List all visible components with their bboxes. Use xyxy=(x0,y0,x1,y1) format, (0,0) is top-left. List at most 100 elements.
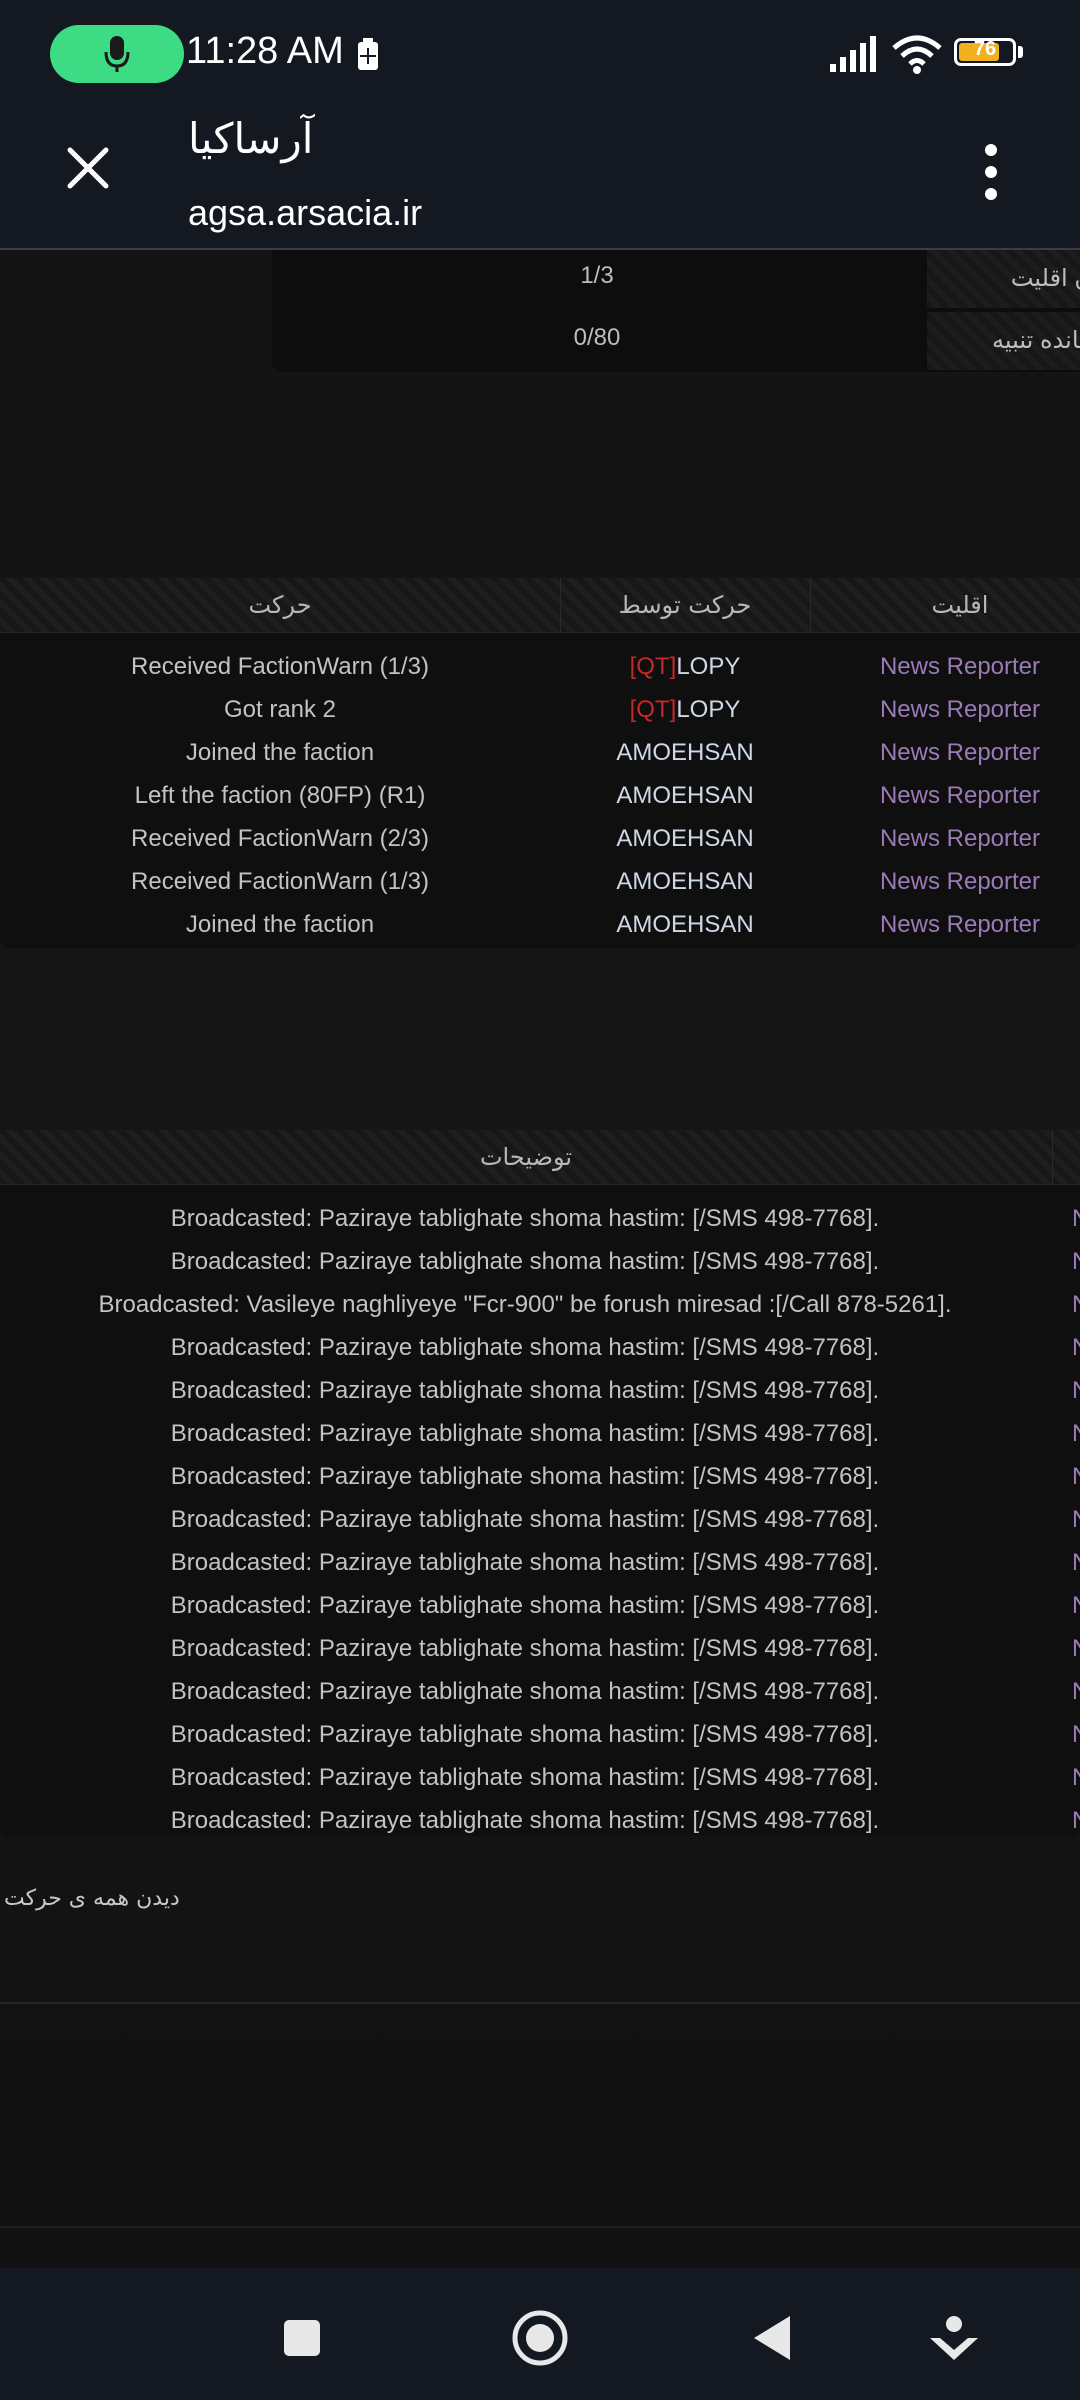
cell-edge-truncated: N xyxy=(1072,1240,1080,1283)
battery-icon: 76 xyxy=(954,38,1016,66)
cell-description: Broadcasted: Paziraye tablighate shoma h… xyxy=(170,1463,880,1490)
table-row: Received FactionWarn (1/3) [QT]LOPY News… xyxy=(0,645,1080,688)
assistant-icon[interactable] xyxy=(924,2308,984,2368)
cell-edge-truncated: N xyxy=(1072,1283,1080,1326)
mic-active-pill[interactable] xyxy=(50,25,184,83)
column-header-action: حرکت xyxy=(248,591,312,619)
cell-rank: News Reporter xyxy=(879,653,1041,680)
table-row: Broadcasted: Paziraye tablighate shoma h… xyxy=(0,1541,1080,1584)
table-row: Joined the faction AMOEHSAN News Reporte… xyxy=(0,903,1080,946)
cell-action: Received FactionWarn (2/3) xyxy=(131,825,429,852)
close-icon[interactable] xyxy=(60,140,116,196)
cell-edge-truncated: N xyxy=(1072,1713,1080,1756)
table-row: Broadcasted: Paziraye tablighate shoma h… xyxy=(0,1455,1080,1498)
system-navigation-bar xyxy=(0,2268,1080,2400)
info-label: مانده تنبیه xyxy=(927,312,1080,370)
status-bar: 11:28 AM 76 xyxy=(0,0,1080,100)
cell-description: Broadcasted: Paziraye tablighate shoma h… xyxy=(170,1420,880,1447)
cell-action: Left the faction (80FP) (R1) xyxy=(134,782,426,809)
cell-description: Broadcasted: Vasileye naghliyeye "Fcr-90… xyxy=(98,1291,952,1318)
cell-rank: News Reporter xyxy=(879,696,1041,723)
cell-edge-truncated: N xyxy=(1072,1412,1080,1455)
table-row: Joined the faction AMOEHSAN News Reporte… xyxy=(0,731,1080,774)
cell-edge-truncated: N xyxy=(1072,1326,1080,1369)
microphone-icon xyxy=(104,36,130,72)
table-header: توضیحات xyxy=(0,1130,1080,1185)
cell-by[interactable]: AMOEHSAN xyxy=(560,817,810,860)
table-row: Broadcasted: Paziraye tablighate shoma h… xyxy=(0,1756,1080,1799)
cell-action: Joined the faction xyxy=(185,911,375,938)
cell-action: Joined the faction xyxy=(185,739,375,766)
faction-moves-table: حرکت حرکت توسط اقلیت Received FactionWar… xyxy=(0,578,1080,948)
column-header-by: حرکت توسط xyxy=(618,591,752,619)
column-header-description: توضیحات xyxy=(479,1143,573,1171)
page-title: آرساکیا xyxy=(188,114,314,163)
battery-percent: 76 xyxy=(973,38,997,60)
table-row: Broadcasted: Paziraye tablighate shoma h… xyxy=(0,1412,1080,1455)
battery-saver-icon xyxy=(358,38,378,70)
table-row: Broadcasted: Paziraye tablighate shoma h… xyxy=(0,1240,1080,1283)
cell-action: Received FactionWarn (1/3) xyxy=(131,653,429,680)
cell-edge-truncated: N xyxy=(1072,1627,1080,1670)
signal-icon xyxy=(830,36,876,72)
info-row-warns: 1/3 ن اقلیت xyxy=(272,250,1080,310)
clan-tag: [QT] xyxy=(629,696,677,723)
cell-description: Broadcasted: Paziraye tablighate shoma h… xyxy=(170,1721,880,1748)
status-time: 11:28 AM xyxy=(186,30,344,72)
cell-description: Broadcasted: Paziraye tablighate shoma h… xyxy=(170,1678,880,1705)
table-row: Broadcasted: Paziraye tablighate shoma h… xyxy=(0,1799,1080,1842)
info-value: 1/3 xyxy=(580,262,614,289)
player-name: AMOEHSAN xyxy=(616,782,754,809)
cell-action: Got rank 2 xyxy=(223,696,337,723)
table-row: Left the faction (80FP) (R1) AMOEHSAN Ne… xyxy=(0,774,1080,817)
table-body: Broadcasted: Paziraye tablighate shoma h… xyxy=(0,1185,1080,1842)
descriptions-table: توضیحات Broadcasted: Paziraye tablighate… xyxy=(0,1130,1080,1836)
cell-edge-truncated: N xyxy=(1072,1756,1080,1799)
player-name: LOPY xyxy=(676,653,741,680)
clan-tag: [QT] xyxy=(629,653,677,680)
recents-square-icon[interactable] xyxy=(272,2308,332,2368)
cell-by[interactable]: [QT]LOPY xyxy=(560,688,810,731)
wifi-icon xyxy=(892,35,942,74)
cell-edge-truncated: N xyxy=(1072,1498,1080,1541)
cell-by[interactable]: AMOEHSAN xyxy=(560,903,810,946)
section-divider xyxy=(0,2002,1080,2004)
player-name: LOPY xyxy=(676,696,741,723)
more-vert-icon[interactable] xyxy=(976,142,1006,202)
player-name: AMOEHSAN xyxy=(616,739,754,766)
table-row: Broadcasted: Paziraye tablighate shoma h… xyxy=(0,1670,1080,1713)
back-triangle-icon[interactable] xyxy=(744,2308,804,2368)
cell-rank: News Reporter xyxy=(879,868,1041,895)
cell-description: Broadcasted: Paziraye tablighate shoma h… xyxy=(170,1764,880,1791)
view-all-moves-link[interactable]: دیدن همه ی حرکت xyxy=(4,1886,180,1911)
page-url[interactable]: agsa.arsacia.ir xyxy=(188,192,422,234)
player-name: AMOEHSAN xyxy=(616,825,754,852)
cell-description: Broadcasted: Paziraye tablighate shoma h… xyxy=(170,1506,880,1533)
cell-by[interactable]: AMOEHSAN xyxy=(560,860,810,903)
cell-rank: News Reporter xyxy=(879,739,1041,766)
cell-edge-truncated: N xyxy=(1072,1799,1080,1842)
table-row: Broadcasted: Paziraye tablighate shoma h… xyxy=(0,1627,1080,1670)
table-row: Broadcasted: Paziraye tablighate shoma h… xyxy=(0,1584,1080,1627)
table-row: Broadcasted: Paziraye tablighate shoma h… xyxy=(0,1369,1080,1412)
cell-rank: News Reporter xyxy=(879,782,1041,809)
cell-by[interactable]: AMOEHSAN xyxy=(560,731,810,774)
info-row-punishment: 0/80 مانده تنبیه xyxy=(272,312,1080,372)
player-name: AMOEHSAN xyxy=(616,911,754,938)
cell-by[interactable]: AMOEHSAN xyxy=(560,774,810,817)
cell-description: Broadcasted: Paziraye tablighate shoma h… xyxy=(170,1205,880,1232)
cell-rank: News Reporter xyxy=(879,911,1041,938)
table-row: Broadcasted: Paziraye tablighate shoma h… xyxy=(0,1326,1080,1369)
cell-edge-truncated: N xyxy=(1072,1670,1080,1713)
cell-description: Broadcasted: Paziraye tablighate shoma h… xyxy=(170,1592,880,1619)
cell-description: Broadcasted: Paziraye tablighate shoma h… xyxy=(170,1248,880,1275)
cell-description: Broadcasted: Paziraye tablighate shoma h… xyxy=(170,1635,880,1662)
home-circle-icon[interactable] xyxy=(508,2306,572,2370)
table-row: Broadcasted: Vasileye naghliyeye "Fcr-90… xyxy=(0,1283,1080,1326)
cell-by[interactable]: [QT]LOPY xyxy=(560,645,810,688)
cell-action: Received FactionWarn (1/3) xyxy=(131,868,429,895)
column-header-rank: اقلیت xyxy=(931,591,989,619)
info-label: ن اقلیت xyxy=(927,250,1080,308)
cell-description: Broadcasted: Paziraye tablighate shoma h… xyxy=(170,1549,880,1576)
table-row: Received FactionWarn (1/3) AMOEHSAN News… xyxy=(0,860,1080,903)
